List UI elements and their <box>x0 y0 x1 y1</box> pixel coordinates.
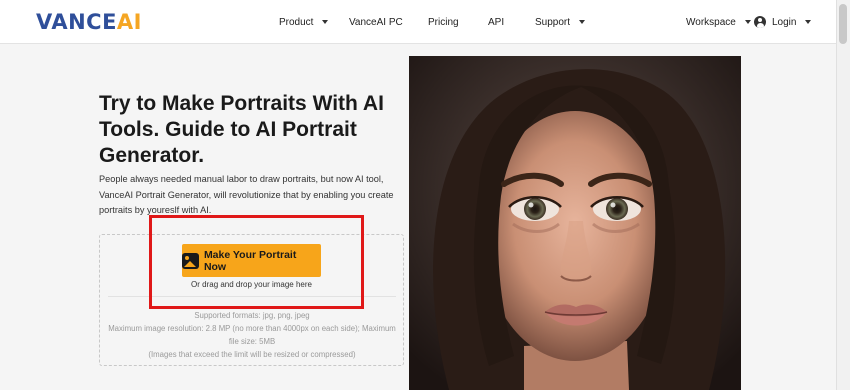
page-description: People always needed manual labor to dra… <box>99 174 394 215</box>
nav-login[interactable]: Login <box>754 0 812 44</box>
supported-formats: Supported formats: jpg, png, jpeg <box>194 311 310 320</box>
scrollbar-thumb[interactable] <box>839 4 847 44</box>
highlight-box <box>149 215 364 309</box>
format-info: Supported formats: jpg, png, jpeg Maximu… <box>104 309 400 361</box>
nav-vanceai-pc[interactable]: VanceAI PC <box>349 0 403 44</box>
chevron-down-icon <box>744 20 751 24</box>
nav-login-label: Login <box>772 16 797 28</box>
nav-api-label: API <box>488 16 505 28</box>
logo-main: VANCE <box>36 10 117 34</box>
resolution-limits: Maximum image resolution: 2.8 MP (no mor… <box>108 324 396 346</box>
nav-api[interactable]: API <box>488 0 504 44</box>
nav-support-label: Support <box>535 16 571 28</box>
nav-pricing[interactable]: Pricing <box>428 0 459 44</box>
nav-pricing-label: Pricing <box>428 16 459 28</box>
chevron-down-icon <box>805 20 812 24</box>
chevron-down-icon <box>579 20 586 24</box>
nav-product[interactable]: Product <box>279 0 329 44</box>
vanceai-logo[interactable]: VANCEAI <box>36 10 142 34</box>
chevron-down-icon <box>322 20 329 24</box>
nav-pc-label: VanceAI PC <box>349 16 403 28</box>
user-icon <box>754 16 766 28</box>
nav-product-label: Product <box>279 16 314 28</box>
page-title: Try to Make Portraits With AI Tools. Gui… <box>99 92 384 167</box>
nav-support[interactable]: Support <box>535 0 586 44</box>
portrait-image <box>409 56 741 390</box>
site-header: VANCEAI Product VanceAI PC Pricing API S… <box>0 0 850 44</box>
nav-workspace[interactable]: Workspace <box>686 0 751 44</box>
page-scrollbar[interactable] <box>836 0 850 390</box>
nav-workspace-label: Workspace <box>686 16 736 28</box>
logo-accent: AI <box>116 10 142 34</box>
resize-note: (Images that exceed the limit will be re… <box>148 350 356 359</box>
